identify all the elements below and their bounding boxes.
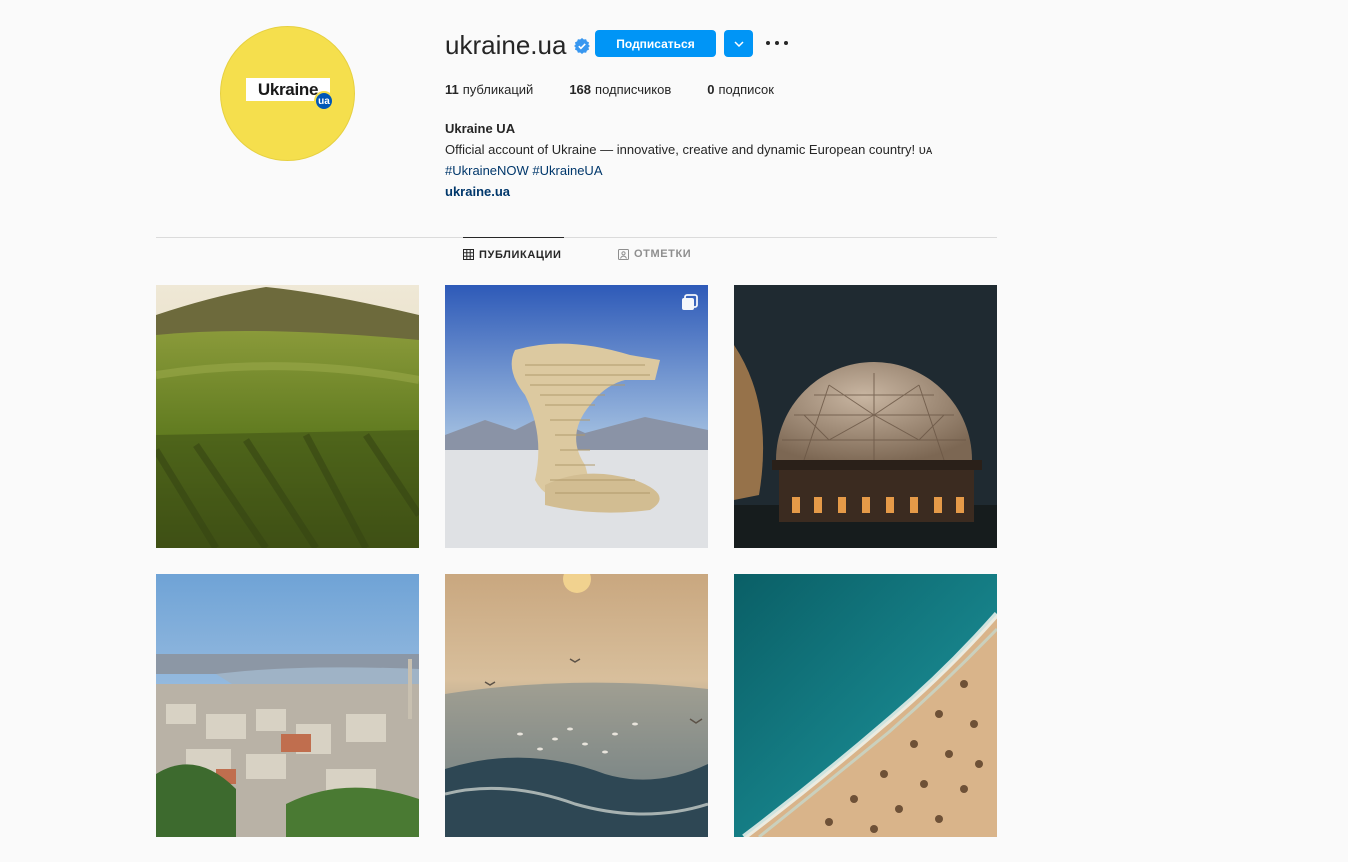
suggested-accounts-button[interactable] <box>724 30 753 57</box>
more-options-button[interactable] <box>766 34 788 52</box>
followers-stat[interactable]: 168 подписчиков <box>569 82 671 97</box>
following-label: подписок <box>718 82 774 97</box>
dot-icon <box>775 41 779 45</box>
profile-header: ukraine.ua <box>445 29 591 60</box>
post-thumbnail-city[interactable] <box>156 574 419 837</box>
vineyard-image <box>156 285 419 548</box>
tab-tagged[interactable]: ОТМЕТКИ <box>618 237 691 271</box>
followers-label: подписчиков <box>595 82 672 97</box>
bio-description: Official account of Ukraine — innovative… <box>445 142 933 157</box>
dot-icon <box>766 41 770 45</box>
profile-full-name: Ukraine UA <box>445 121 516 136</box>
post-thumbnail-sea[interactable] <box>445 574 708 837</box>
bio-website-link[interactable]: ukraine.ua <box>445 181 932 202</box>
tabs-divider <box>156 237 997 238</box>
profile-bio: Ukraine UA Official account of Ukraine —… <box>445 118 932 202</box>
post-thumbnail-beach[interactable] <box>734 574 997 837</box>
post-thumbnail-vineyard[interactable] <box>156 285 419 548</box>
grid-icon <box>463 249 474 260</box>
verified-badge-icon <box>574 38 591 54</box>
post-thumbnail-observatory[interactable] <box>734 285 997 548</box>
beach-image <box>734 574 997 837</box>
posts-count: 11 <box>445 82 459 97</box>
tab-posts[interactable]: ПУБЛИКАЦИИ <box>463 237 564 271</box>
avatar-ua-badge: ua <box>314 91 334 111</box>
profile-stats: 11 публикаций 168 подписчиков 0 подписок <box>445 82 810 97</box>
sculpture-image <box>445 285 708 548</box>
chevron-down-icon <box>733 40 744 47</box>
sea-image <box>445 574 708 837</box>
city-image <box>156 574 419 837</box>
profile-username: ukraine.ua <box>445 29 567 60</box>
posts-stat: 11 публикаций <box>445 82 533 97</box>
tab-tagged-label: ОТМЕТКИ <box>634 248 692 260</box>
posts-label: публикаций <box>462 82 534 97</box>
post-thumbnail-sculpture[interactable] <box>445 285 708 548</box>
tab-posts-label: ПУБЛИКАЦИИ <box>479 248 562 261</box>
observatory-image <box>734 285 997 548</box>
profile-avatar[interactable]: Ukraine ua <box>220 26 355 161</box>
following-stat[interactable]: 0 подписок <box>707 82 774 97</box>
followers-count: 168 <box>569 82 592 97</box>
follow-button[interactable]: Подписаться <box>595 30 716 57</box>
dot-icon <box>784 41 788 45</box>
bio-hashtags[interactable]: #UkraineNOW #UkraineUA <box>445 160 932 181</box>
tagged-icon <box>618 248 629 260</box>
following-count: 0 <box>707 82 715 97</box>
